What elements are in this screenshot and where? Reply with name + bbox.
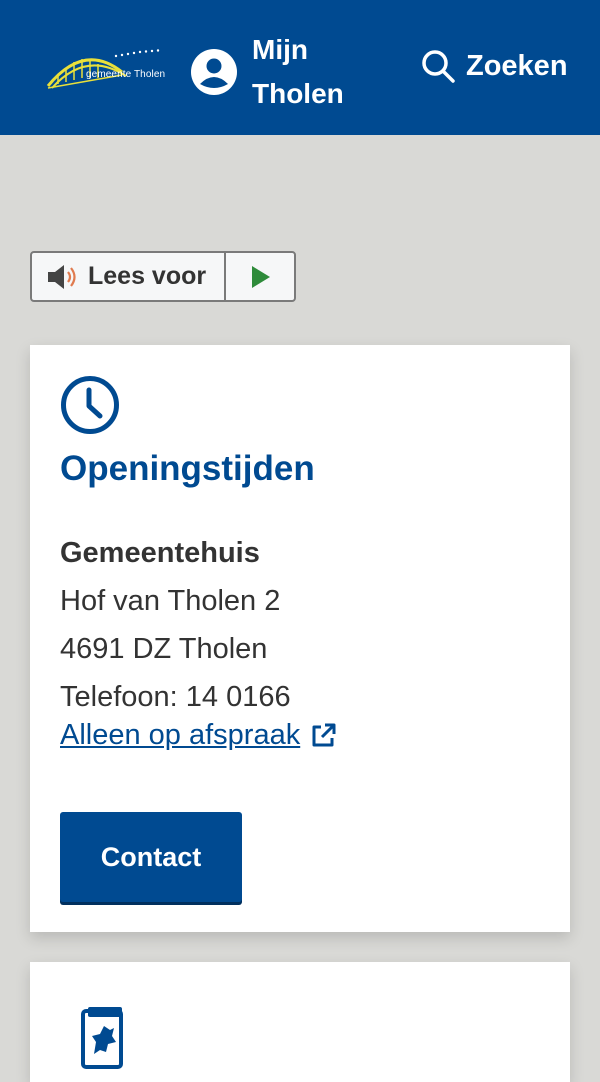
mijn-tholen-link[interactable]: Mijn Tholen <box>190 28 362 116</box>
external-link-icon <box>312 723 336 746</box>
bridge-logo-icon <box>46 49 160 89</box>
readspeaker-bar: Lees voor <box>30 251 296 302</box>
site-header: gemeente Tholen Mijn Tholen Zoeken <box>0 0 600 135</box>
lees-voor-button[interactable]: Lees voor <box>32 253 226 300</box>
phone-number: Telefoon: 14 0166 <box>60 681 291 713</box>
document-icon <box>81 1007 123 1069</box>
clock-icon <box>61 376 119 434</box>
play-button[interactable] <box>226 253 294 300</box>
opening-hours-card: Openingstijden Gemeentehuis Hof van Thol… <box>30 345 570 932</box>
next-card <box>30 962 570 1082</box>
street-address: Hof van Tholen 2 <box>60 585 281 617</box>
play-icon <box>252 265 270 288</box>
logo-text: gemeente Tholen <box>86 69 166 80</box>
contact-button[interactable]: Contact <box>60 812 242 902</box>
postal-address: 4691 DZ Tholen <box>60 633 268 665</box>
speaker-icon <box>48 264 76 289</box>
address-block: Gemeentehuis Hof van Tholen 2 4691 DZ Th… <box>60 529 291 721</box>
search-label: Zoeken <box>466 49 568 82</box>
gemeente-tholen-logo[interactable] <box>44 42 172 94</box>
mijn-tholen-label: Mijn Tholen <box>252 34 344 109</box>
card-title: Openingstijden <box>60 449 315 488</box>
appointment-link-label: Alleen op afspraak <box>60 719 301 751</box>
search-icon <box>422 50 455 83</box>
user-account-icon <box>191 49 237 95</box>
search-button[interactable]: Zoeken <box>420 48 568 84</box>
lees-voor-label: Lees voor <box>88 262 207 290</box>
appointment-link[interactable]: Alleen op afspraak <box>60 719 338 752</box>
location-name: Gemeentehuis <box>60 537 260 569</box>
